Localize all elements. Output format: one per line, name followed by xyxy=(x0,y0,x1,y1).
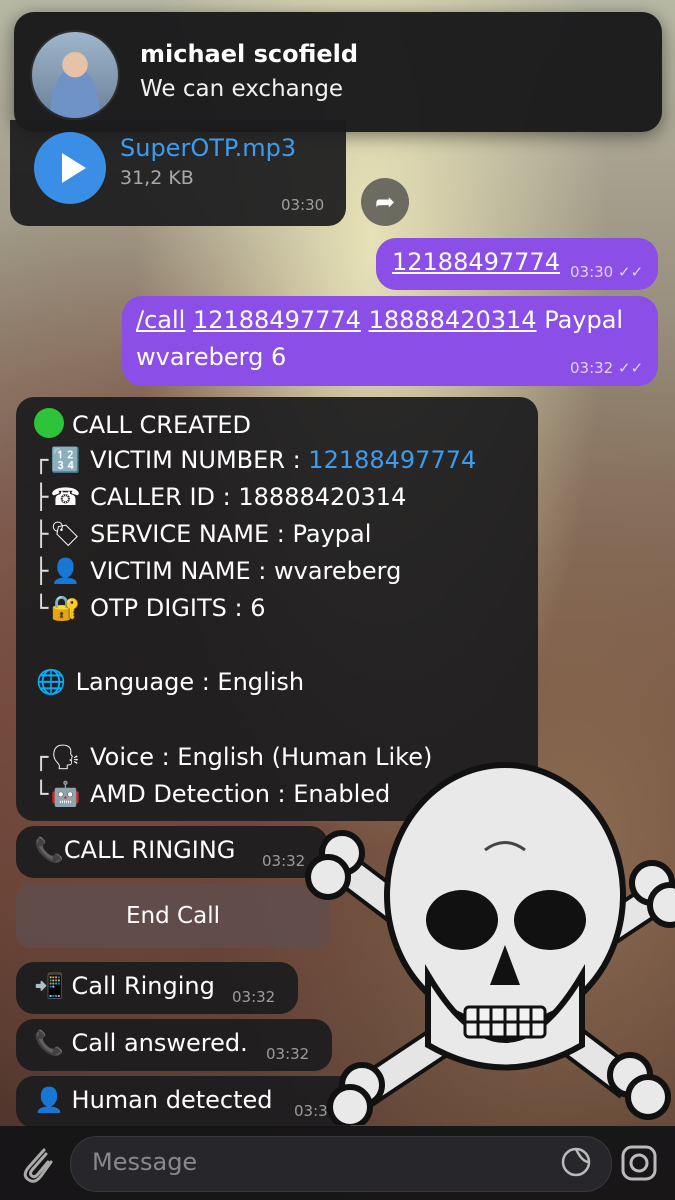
victim-number-row: ┌🔢 VICTIM NUMBER : 12188497774 xyxy=(34,446,477,474)
end-call-button[interactable]: End Call xyxy=(16,884,330,948)
avatar xyxy=(30,30,120,120)
phone-answered-icon: 📞 xyxy=(34,1029,64,1057)
audio-file-name[interactable]: SuperOTP.mp3 xyxy=(120,134,296,162)
phone-link[interactable]: 18888420314 xyxy=(369,306,537,334)
message-placeholder: Message xyxy=(92,1148,198,1176)
camera-icon[interactable] xyxy=(620,1144,658,1182)
read-check-icon: ✓✓ xyxy=(618,263,644,281)
status-text: 📞 Call answered. xyxy=(34,1029,248,1057)
user-icon: 👤 xyxy=(50,557,81,585)
victim-name-row: ├👤 VICTIM NAME : wvareberg xyxy=(34,557,402,585)
service-name-row: ├🏷 SERVICE NAME : Paypal xyxy=(34,520,372,548)
lock-key-icon: 🔐 xyxy=(50,594,81,622)
call-command-line2: wvareberg 6 xyxy=(136,343,287,371)
message-time: 03:32 xyxy=(232,988,276,1006)
speaking-head-icon: 🗣 xyxy=(50,743,81,771)
share-icon[interactable]: ➦ xyxy=(361,178,409,226)
numbers-icon: 🔢 xyxy=(50,446,81,474)
message-time: 03:30 xyxy=(281,196,325,214)
call-ringing-text: 📞CALL RINGING xyxy=(34,836,236,864)
mobile-arrow-icon: 📲 xyxy=(34,972,64,1000)
status-text: 📲 Call Ringing xyxy=(34,972,215,1000)
service-text: Paypal xyxy=(544,306,624,334)
phone-link[interactable]: 12188497774 xyxy=(308,446,476,474)
call-created-header: CALL CREATED xyxy=(34,408,251,439)
label-icon: 🏷 xyxy=(50,520,81,548)
otp-digits-row: └🔐 OTP DIGITS : 6 xyxy=(34,594,266,622)
caller-id-row: ├☎ CALLER ID : 18888420314 xyxy=(34,483,407,511)
language-row: 🌐 Language : English xyxy=(34,668,304,696)
audio-file-size: 31,2 KB xyxy=(120,167,194,189)
command-link[interactable]: /call xyxy=(136,306,185,334)
read-check-icon: ✓✓ xyxy=(618,359,644,377)
notification-message: We can exchange xyxy=(140,76,344,102)
message-time: 03:30 ✓✓ xyxy=(570,263,644,281)
phone-link[interactable]: 12188497774 xyxy=(193,306,361,334)
status-text: 👤 Human detected xyxy=(34,1086,273,1114)
notification-sender: michael scofield xyxy=(140,40,359,68)
robot-icon: 🤖 xyxy=(50,780,81,808)
attach-icon[interactable] xyxy=(16,1140,56,1186)
user-icon: 👤 xyxy=(34,1086,64,1114)
phone-link[interactable]: 12188497774 xyxy=(392,248,560,276)
green-circle-icon xyxy=(34,408,64,438)
play-icon[interactable] xyxy=(34,132,106,204)
call-command-line: /call 12188497774 18888420314 Paypal xyxy=(136,306,623,334)
telephone-icon: ☎ xyxy=(50,483,81,511)
skull-crossbones-image xyxy=(305,762,675,1125)
message-time: 03:32 xyxy=(262,852,306,870)
globe-icon: 🌐 xyxy=(36,668,66,696)
sticker-icon[interactable] xyxy=(560,1146,592,1178)
phone-receiver-icon: 📞 xyxy=(34,836,64,864)
message-time: 03:32 ✓✓ xyxy=(570,359,644,377)
